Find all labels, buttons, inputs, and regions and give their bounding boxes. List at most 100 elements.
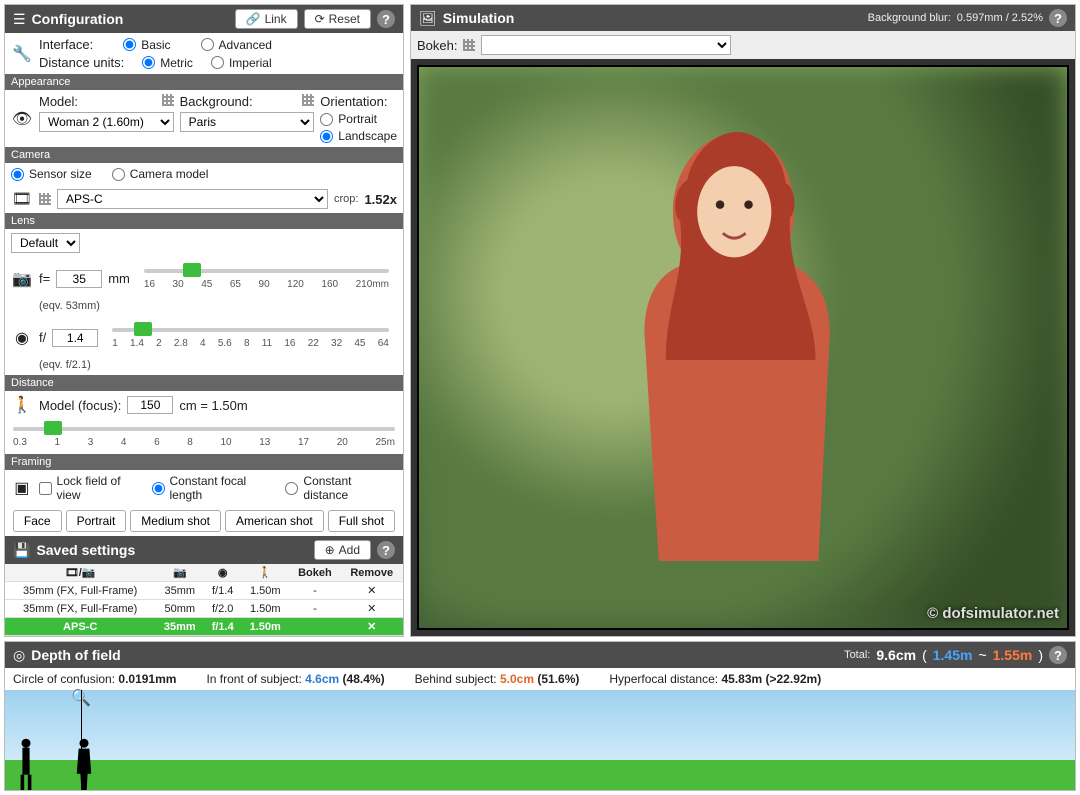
configuration-panel: ☰ Configuration 🔗Link ⟳Reset ? 🔧 Interfa… [4, 4, 404, 637]
wrench-icon: 🔧 [11, 44, 33, 64]
lens-header: Lens [5, 213, 403, 229]
grid-icon[interactable] [39, 193, 51, 205]
col-distance: 🚶 [241, 564, 289, 582]
plus-icon: ⊕ [325, 543, 335, 557]
person-icon: 🚶 [11, 395, 33, 415]
col-bokeh: Bokeh [289, 564, 340, 582]
orientation-landscape-radio[interactable]: Landscape [320, 129, 397, 143]
aperture-eqv: (eqv. f/2.1) [39, 359, 91, 371]
framing-medium-shot-button[interactable]: Medium shot [130, 510, 221, 532]
distance-ticks: 0.3134681013172025m [13, 435, 395, 448]
background-select[interactable]: Paris [180, 112, 315, 132]
link-button[interactable]: 🔗Link [235, 9, 298, 29]
framing-presets: FacePortraitMedium shotAmerican shotFull… [5, 506, 403, 536]
focal-eqv: (eqv. 53mm) [39, 300, 100, 312]
table-row[interactable]: 35mm (FX, Full-Frame)35mmf/1.41.50m-✕ [5, 582, 403, 600]
remove-row-button[interactable]: ✕ [341, 618, 404, 636]
photographer-silhouette [17, 736, 35, 790]
simulation-canvas: © dofsimulator.net [417, 65, 1069, 630]
distance-header: Distance [5, 375, 403, 391]
simulation-panel: 🖼 Simulation Background blur: 0.597mm / … [410, 4, 1076, 637]
grid-icon[interactable] [162, 94, 174, 106]
aperture-ticks: 11.422.845.68111622324564 [112, 336, 389, 349]
saved-title: Saved settings [36, 542, 135, 558]
framing-full-shot-button[interactable]: Full shot [328, 510, 395, 532]
bg-blur-label: Background blur: [868, 12, 951, 24]
reset-button[interactable]: ⟳Reset [304, 9, 371, 29]
focal-ticks: 1630456590120160210mm [144, 277, 389, 290]
depth-of-field-panel: ◎ Depth of field Total: 9.6cm ( 1.45m ~ … [4, 641, 1076, 791]
framing-face-button[interactable]: Face [13, 510, 62, 532]
camera-header: Camera [5, 147, 403, 163]
focal-slider[interactable] [144, 263, 389, 277]
focal-input[interactable] [56, 270, 102, 288]
interface-basic-radio[interactable]: Basic [123, 37, 170, 52]
bokeh-label: Bokeh: [417, 38, 457, 53]
orientation-label: Orientation: [320, 94, 397, 109]
dof-diagram: 🔍 [5, 690, 1075, 790]
table-row[interactable]: APS-C35mmf/1.41.50m✕ [5, 618, 403, 636]
distance-input[interactable] [127, 396, 173, 414]
constant-distance-radio[interactable]: Constant distance [285, 474, 397, 502]
dof-far: 1.55m [993, 647, 1033, 663]
interface-label: Interface: [39, 37, 93, 52]
crop-label: crop: [334, 193, 358, 205]
col-remove: Remove [341, 564, 404, 582]
help-icon[interactable]: ? [1049, 646, 1067, 664]
interface-advanced-radio[interactable]: Advanced [201, 37, 272, 52]
camera-icon: 📷 [11, 269, 33, 289]
model-label: Model: [39, 94, 78, 109]
orientation-portrait-radio[interactable]: Portrait [320, 112, 397, 126]
hyper-value: 45.83m (>22.92m) [721, 672, 821, 686]
lock-fov-checkbox[interactable]: Lock field of view [39, 474, 146, 502]
target-icon: ◎ [13, 647, 25, 664]
col-sensor: 🎞/📷 [5, 564, 155, 582]
grid-icon[interactable] [463, 39, 475, 51]
grid-icon[interactable] [302, 94, 314, 106]
aperture-slider[interactable] [112, 322, 389, 336]
appearance-header: Appearance [5, 74, 403, 90]
model-select[interactable]: Woman 2 (1.60m) [39, 112, 174, 132]
aperture-input[interactable] [52, 329, 98, 347]
framing-portrait-button[interactable]: Portrait [66, 510, 127, 532]
crop-value: 1.52x [364, 192, 397, 207]
units-metric-radio[interactable]: Metric [142, 55, 193, 70]
col-aperture: ◉ [204, 564, 241, 582]
dof-near: 1.45m [933, 647, 973, 663]
help-icon[interactable]: ? [1049, 9, 1067, 27]
refresh-icon: ⟳ [315, 12, 325, 26]
subject-silhouette [75, 736, 93, 790]
save-icon: 💾 [13, 542, 30, 559]
table-row[interactable]: 35mm (FX, Full-Frame)50mmf/2.01.50m-✕ [5, 600, 403, 618]
image-icon: 🖼 [419, 10, 437, 27]
film-icon: 🎞 [11, 189, 33, 209]
framing-american-shot-button[interactable]: American shot [225, 510, 324, 532]
sensor-size-radio[interactable]: Sensor size [11, 167, 92, 181]
saved-rows: 35mm (FX, Full-Frame)35mmf/1.41.50m-✕35m… [5, 582, 403, 636]
camera-model-radio[interactable]: Camera model [112, 167, 209, 181]
help-icon[interactable]: ? [377, 10, 395, 28]
units-label: Distance units: [39, 55, 124, 70]
config-title: Configuration [32, 11, 124, 27]
remove-row-button[interactable]: ✕ [341, 582, 404, 600]
crop-icon: ▣ [11, 478, 33, 498]
units-imperial-radio[interactable]: Imperial [211, 55, 272, 70]
constant-focal-radio[interactable]: Constant focal length [152, 474, 280, 502]
bokeh-select[interactable] [481, 35, 731, 55]
dof-total: 9.6cm [876, 647, 916, 663]
sim-title: Simulation [443, 10, 515, 26]
lens-preset-select[interactable]: Default [11, 233, 80, 253]
distance-slider[interactable] [13, 421, 395, 435]
watermark: © dofsimulator.net [927, 605, 1059, 622]
model-figure [587, 112, 872, 568]
sensor-select[interactable]: APS-C [57, 189, 328, 209]
coc-value: 0.0191mm [118, 672, 176, 686]
remove-row-button[interactable]: ✕ [341, 600, 404, 618]
framing-header: Framing [5, 454, 403, 470]
help-icon[interactable]: ? [377, 541, 395, 559]
background-label: Background: [180, 94, 253, 109]
link-icon: 🔗 [246, 12, 261, 26]
bg-blur-value: 0.597mm / 2.52% [957, 12, 1043, 24]
add-saved-button[interactable]: ⊕Add [314, 540, 371, 560]
saved-table: 🎞/📷 📷 ◉ 🚶 Bokeh Remove 35mm (FX, Full-Fr… [5, 564, 403, 636]
